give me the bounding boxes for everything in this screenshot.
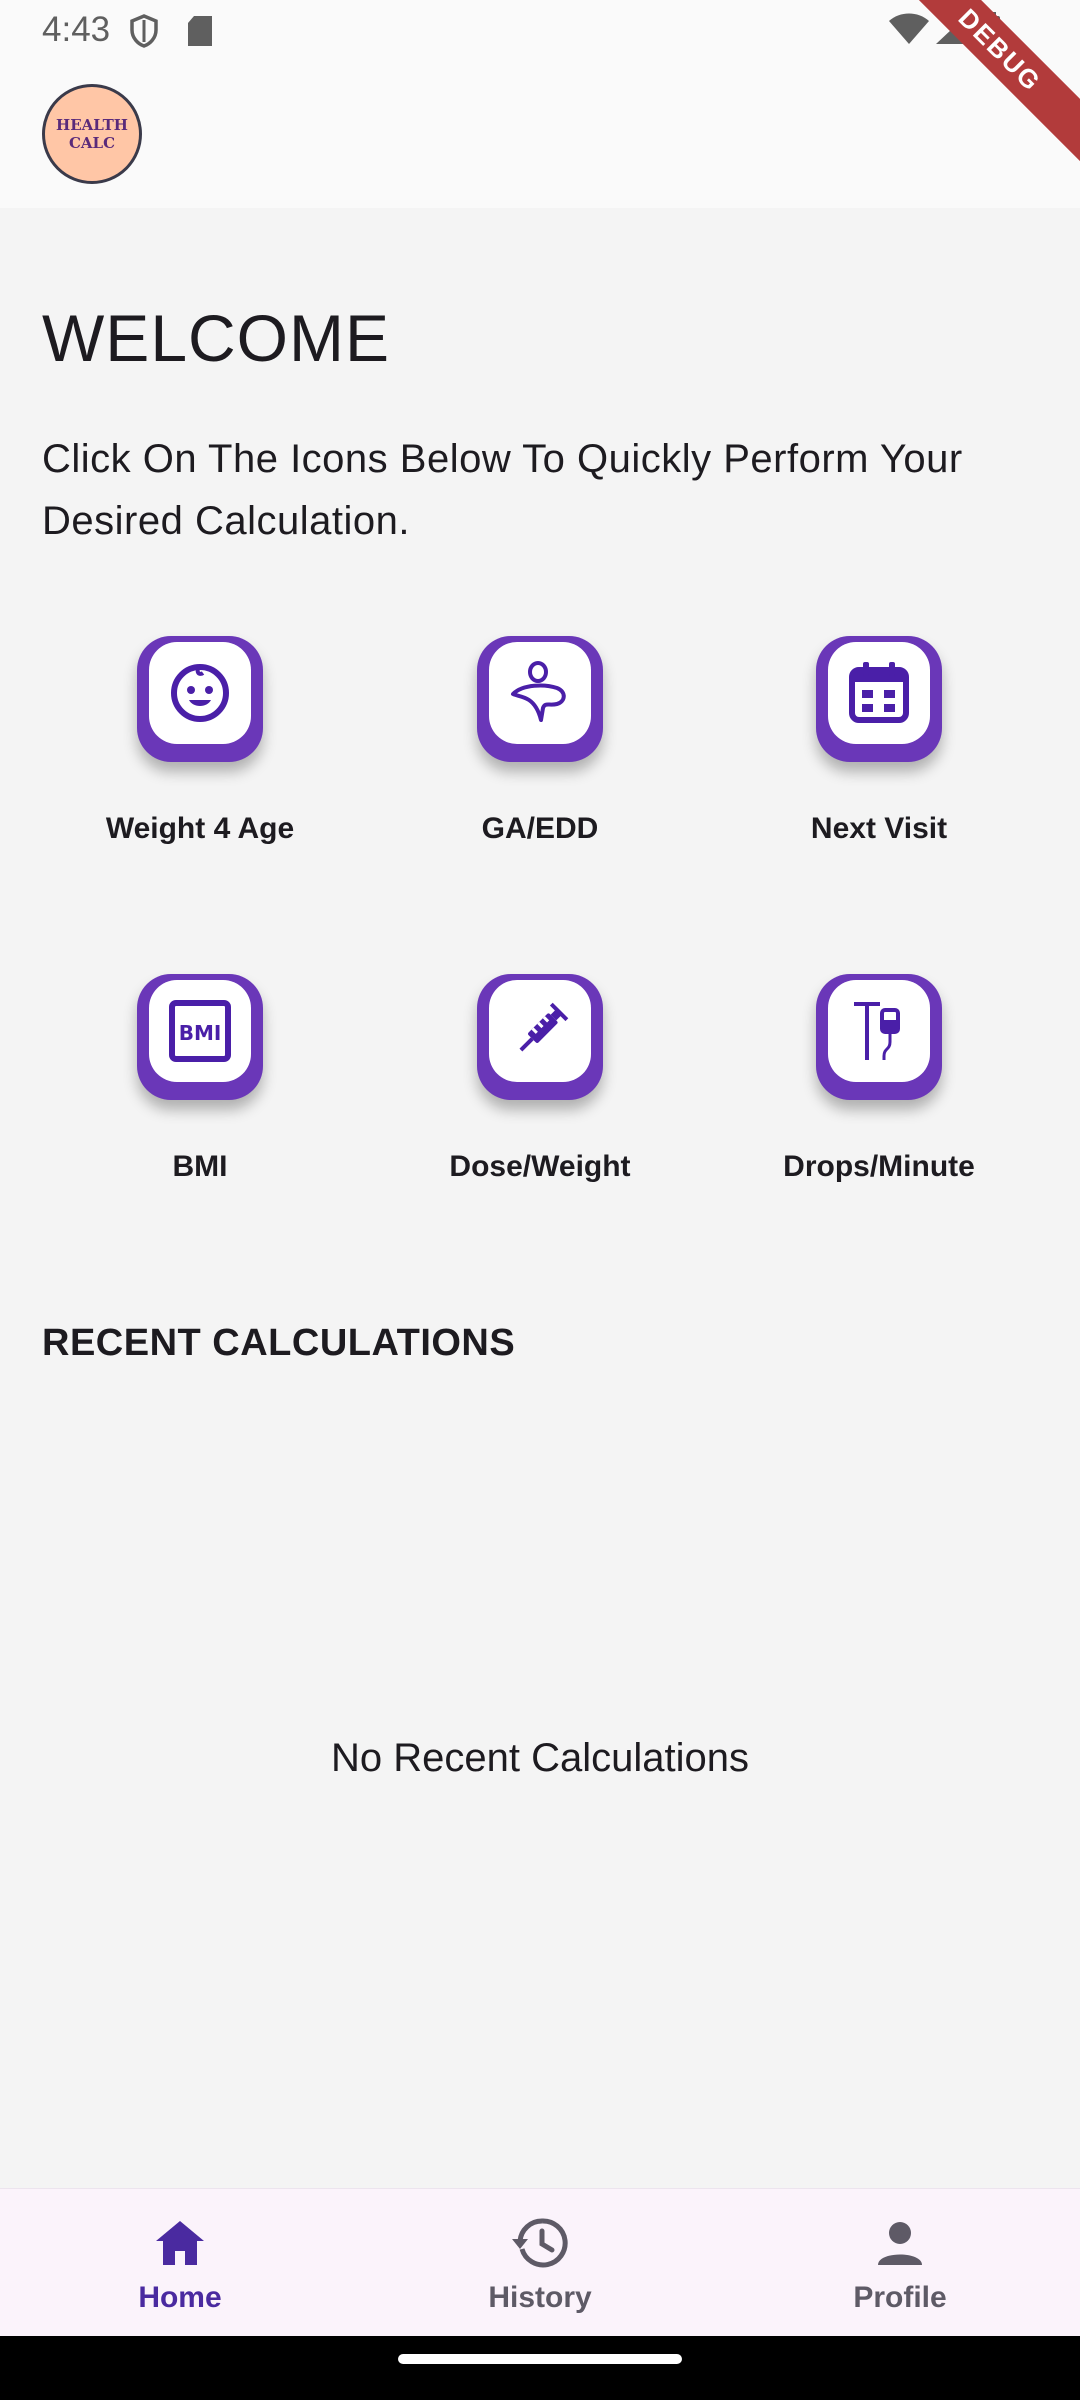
nav-item-profile[interactable]: Profile [720, 2189, 1080, 2337]
calc-tile-next-visit[interactable]: Next Visit [709, 636, 1049, 876]
history-icon [512, 2218, 568, 2268]
nav-label-home: Home [138, 2281, 222, 2314]
page-subtitle: Click On The Icons Below To Quickly Perf… [42, 437, 963, 543]
calc-tile-weight-4-age[interactable]: Weight 4 Age [30, 636, 370, 876]
calc-label: Next Visit [810, 812, 948, 845]
calc-button-next-visit[interactable] [816, 636, 942, 762]
shield-icon [130, 14, 158, 48]
logo-line1: HEALTH [56, 116, 128, 134]
calc-button-ga-edd[interactable] [477, 636, 603, 762]
calc-label: GA/EDD [481, 812, 599, 845]
app-bar: HEALTH CALC [0, 62, 1080, 208]
home-icon [156, 2221, 204, 2265]
nav-item-home[interactable]: Home [0, 2189, 360, 2337]
calc-label: Weight 4 Age [105, 812, 295, 845]
wifi-icon [889, 13, 929, 44]
calendar-icon [849, 662, 909, 723]
pregnancy-icon [511, 661, 566, 722]
system-gesture-bar [0, 2336, 1080, 2400]
battery-icon [984, 12, 1000, 44]
recent-calculations-heading: RECENT CALCULATIONS [42, 1322, 516, 1364]
status-bar: 4:43 [0, 0, 1080, 62]
calc-label: Drops/Minute [783, 1150, 975, 1183]
bmi-icon: BMI [169, 1000, 231, 1062]
app-logo: HEALTH CALC [42, 84, 142, 184]
calc-tile-drops-minute[interactable]: Drops/Minute [709, 974, 1049, 1214]
calc-tile-ga-edd[interactable]: GA/EDD [370, 636, 710, 876]
empty-state-message: No Recent Calculations [331, 1736, 749, 1780]
nav-label-history: History [488, 2281, 592, 2314]
calc-button-dose-weight[interactable] [477, 974, 603, 1100]
iv-drip-icon [854, 1002, 900, 1060]
calc-label: Dose/Weight [449, 1150, 631, 1183]
syringe-icon [519, 1002, 569, 1052]
bottom-navigation: Home History Profile [0, 2188, 1080, 2337]
calc-button-weight-4-age[interactable] [137, 636, 263, 762]
calc-tile-dose-weight[interactable]: Dose/Weight [370, 974, 710, 1214]
calc-button-bmi[interactable]: BMI [137, 974, 263, 1100]
signal-icon [936, 14, 968, 44]
baby-face-icon [171, 664, 229, 722]
calc-label: BMI [172, 1150, 228, 1183]
nav-item-history[interactable]: History [360, 2189, 720, 2337]
sd-card-icon [188, 16, 212, 46]
logo-line2: CALC [68, 134, 116, 152]
calc-tile-bmi[interactable]: BMI BMI [30, 974, 370, 1214]
status-time: 4:43 [42, 10, 111, 49]
nav-label-profile: Profile [853, 2281, 947, 2314]
svg-text:BMI: BMI [179, 1021, 222, 1045]
home-gesture-handle[interactable] [398, 2354, 682, 2364]
calc-button-drops-minute[interactable] [816, 974, 942, 1100]
page-title: WELCOME [42, 301, 391, 375]
person-icon [878, 2222, 922, 2265]
